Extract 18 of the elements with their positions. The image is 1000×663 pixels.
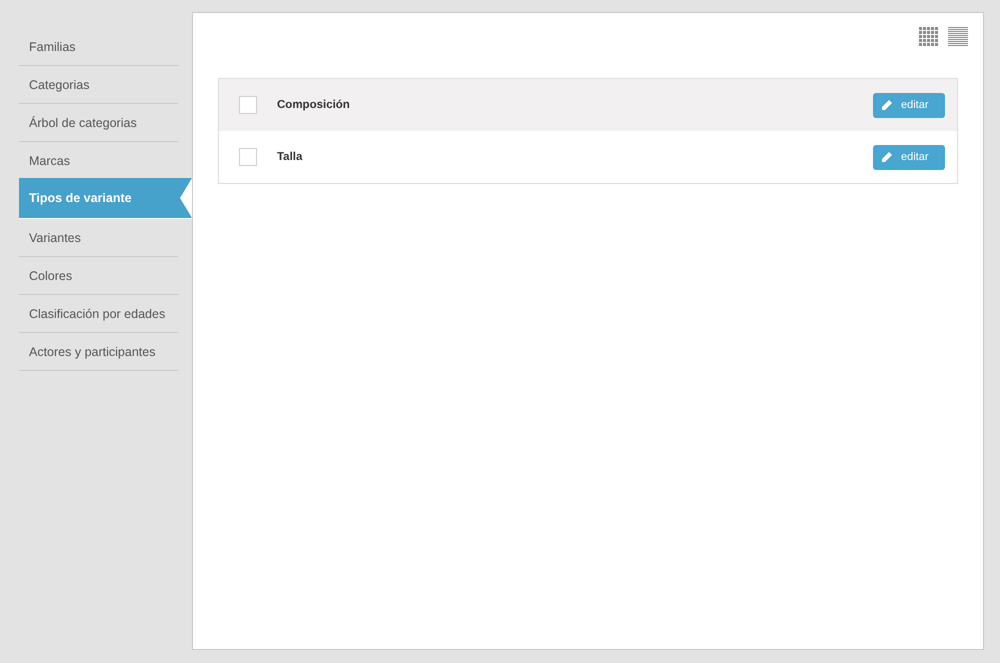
sidebar-item[interactable]: Categorias xyxy=(19,66,178,104)
sidebar-item[interactable]: Colores xyxy=(19,257,178,295)
sidebar-item[interactable]: Árbol de categorias xyxy=(19,104,178,142)
pencil-icon xyxy=(881,151,893,163)
list-view-icon[interactable] xyxy=(948,27,968,47)
checkbox[interactable] xyxy=(239,96,257,114)
sidebar-item[interactable]: Clasificación por edades xyxy=(19,295,178,333)
checkbox[interactable] xyxy=(239,148,257,166)
row-name: Composición xyxy=(277,99,351,111)
sidebar-item[interactable]: Tipos de variante xyxy=(19,178,192,219)
grid-view-icon[interactable] xyxy=(919,27,939,47)
list-row[interactable]: Talla editar xyxy=(219,131,957,183)
list-row[interactable]: Composición editar xyxy=(219,79,957,131)
sidebar-item[interactable]: Actores y participantes xyxy=(19,333,178,371)
sidebar-item[interactable]: Familias xyxy=(19,28,178,66)
sidebar-item[interactable]: Variantes xyxy=(19,219,178,257)
pencil-icon xyxy=(881,99,893,111)
row-name: Talla xyxy=(277,151,304,163)
